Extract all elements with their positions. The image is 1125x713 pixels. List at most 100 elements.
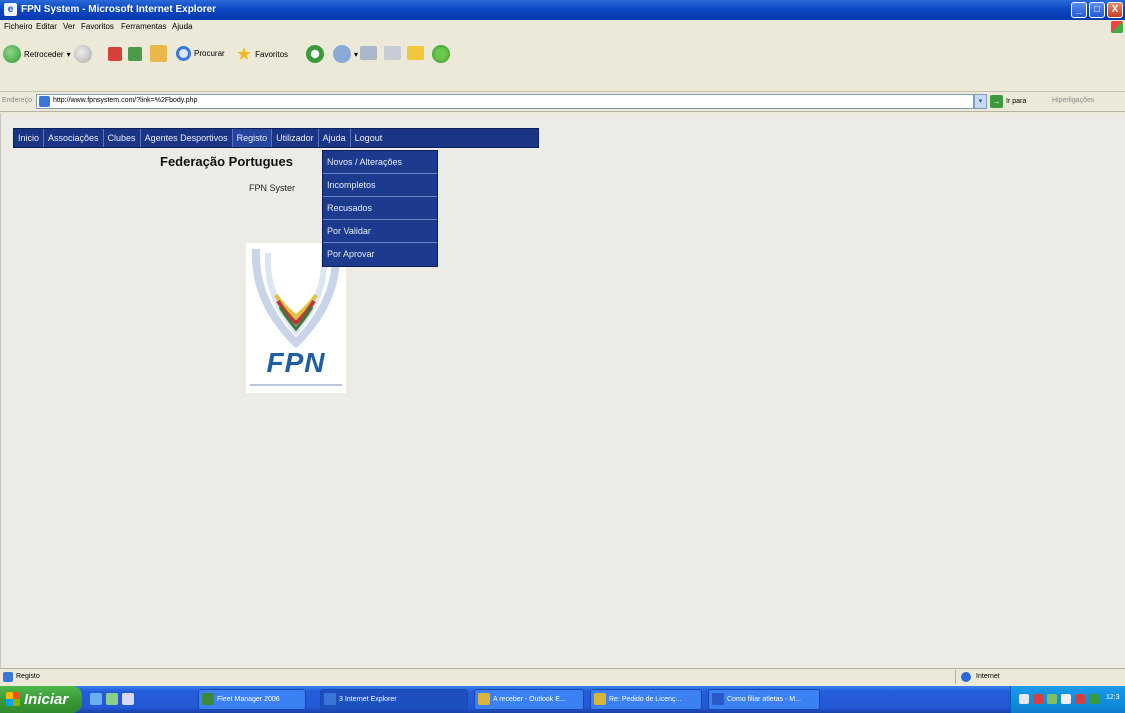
- menu-bar: Ficheiro Editar Ver Favoritos Ferramenta…: [0, 20, 1125, 34]
- mail-message-icon: [594, 693, 606, 705]
- messenger-button[interactable]: [432, 45, 450, 63]
- nav-inicio[interactable]: Inicio: [14, 129, 45, 147]
- tray-app-icon[interactable]: [1047, 694, 1057, 704]
- minimize-button[interactable]: _: [1071, 2, 1087, 18]
- windows-taskbar: Iniciar Fleet Manager 2006 3 Internet Ex…: [0, 686, 1125, 713]
- forward-button[interactable]: [74, 45, 92, 63]
- logo-tagline-line: [250, 384, 342, 386]
- address-bar: Endereço http://www.fpnsystem.com/?link=…: [0, 92, 1125, 112]
- dropdown-item-novos-alteracoes[interactable]: Novos / Alterações: [323, 151, 437, 174]
- go-button[interactable]: → Ir para: [990, 95, 1026, 108]
- tray-security-icon[interactable]: [1033, 694, 1043, 704]
- start-label: Iniciar: [24, 691, 69, 708]
- menu-ficheiro[interactable]: Ficheiro: [4, 22, 32, 31]
- home-icon: [150, 45, 167, 62]
- window-titlebar[interactable]: e FPN System - Microsoft Internet Explor…: [0, 0, 1125, 20]
- history-button[interactable]: [306, 45, 324, 63]
- address-label: Endereço: [2, 97, 32, 104]
- favorites-label: Favoritos: [255, 49, 289, 59]
- tray-status-icon[interactable]: [1089, 694, 1099, 704]
- menu-ver[interactable]: Ver: [63, 22, 75, 31]
- edit-button[interactable]: [384, 46, 401, 60]
- stop-icon: [108, 47, 122, 61]
- page-content: Inicio Associações Clubes Agentes Despor…: [0, 113, 1125, 668]
- word-document-icon: [712, 693, 724, 705]
- internet-explorer-task-icon: [324, 693, 336, 705]
- nav-clubes[interactable]: Clubes: [104, 129, 141, 147]
- mail-button[interactable]: ▾: [333, 45, 358, 63]
- back-arrow-icon: [3, 45, 21, 63]
- taskbar-button-fleet-manager[interactable]: Fleet Manager 2006: [198, 689, 306, 710]
- quicklaunch-ie-icon[interactable]: [90, 693, 102, 705]
- dropdown-item-incompletos[interactable]: Incompletos: [323, 174, 437, 197]
- quicklaunch-mail-icon[interactable]: [122, 693, 134, 705]
- status-text: Registo: [16, 673, 40, 680]
- outlook-icon: [478, 693, 490, 705]
- taskbar-button-pedido-licenca[interactable]: Re: Pedido de Licenç...: [590, 689, 702, 710]
- dropdown-item-por-aprovar[interactable]: Por Aprovar: [323, 243, 437, 266]
- back-button[interactable]: Retroceder ▾: [3, 45, 71, 63]
- mail-dropdown-icon: ▾: [354, 49, 359, 59]
- refresh-button[interactable]: [128, 47, 142, 61]
- favorites-button[interactable]: ★ Favoritos: [236, 45, 288, 63]
- quicklaunch-desktop-icon[interactable]: [106, 693, 118, 705]
- page-heading: Federação Portugues: [160, 154, 293, 169]
- search-button[interactable]: Procurar: [176, 46, 225, 61]
- nav-registo[interactable]: Registo: [232, 129, 273, 147]
- folder-icon: [407, 46, 424, 60]
- nav-agentes-desportivos[interactable]: Agentes Desportivos: [141, 129, 233, 147]
- stop-button[interactable]: [108, 47, 122, 61]
- taskbar-clock[interactable]: 12:3: [1106, 694, 1120, 701]
- home-button[interactable]: [150, 45, 167, 62]
- page-icon: [39, 96, 50, 107]
- address-input[interactable]: http://www.fpnsystem.com/?link=%2Fbody.p…: [36, 94, 974, 109]
- menu-ajuda[interactable]: Ajuda: [172, 22, 192, 31]
- menu-favoritos[interactable]: Favoritos: [81, 22, 114, 31]
- print-button[interactable]: [360, 46, 377, 60]
- start-button[interactable]: Iniciar: [0, 686, 82, 713]
- windows-flag-icon: [6, 692, 20, 706]
- fpn-logo-text: FPN: [266, 347, 326, 378]
- registo-dropdown-menu: Novos / Alterações Incompletos Recusados…: [322, 150, 438, 267]
- maximize-button[interactable]: □: [1089, 2, 1105, 18]
- back-dropdown-icon: ▾: [66, 49, 71, 59]
- task-label: Re: Pedido de Licenç...: [609, 696, 682, 703]
- system-tray: 12:3: [1010, 686, 1125, 713]
- status-bar: Registo Internet: [0, 668, 1125, 685]
- fleet-manager-icon: [202, 693, 214, 705]
- forward-arrow-icon: [74, 45, 92, 63]
- tray-volume-icon[interactable]: [1061, 694, 1071, 704]
- tray-network-icon[interactable]: [1019, 694, 1029, 704]
- print-icon: [360, 46, 377, 60]
- nav-logout[interactable]: Logout: [351, 129, 387, 147]
- globe-icon: [961, 672, 971, 682]
- security-zone: Internet: [955, 670, 1121, 684]
- edit-icon: [384, 46, 401, 60]
- task-label: A receber - Outlook E...: [493, 696, 566, 703]
- menu-editar[interactable]: Editar: [36, 22, 57, 31]
- taskbar-button-filiar-atletas[interactable]: Como filiar atletas - M...: [708, 689, 820, 710]
- site-nav-bar: Inicio Associações Clubes Agentes Despor…: [13, 128, 539, 148]
- address-dropdown-button[interactable]: ▾: [974, 94, 987, 109]
- close-button[interactable]: X: [1107, 2, 1123, 18]
- tray-antivirus-icon[interactable]: [1075, 694, 1085, 704]
- dropdown-item-recusados[interactable]: Recusados: [323, 197, 437, 220]
- task-label: Como filiar atletas - M...: [727, 696, 801, 703]
- page-subtitle: FPN Syster: [249, 183, 296, 193]
- nav-associacoes[interactable]: Associações: [44, 129, 104, 147]
- address-url: http://www.fpnsystem.com/?link=%2Fbody.p…: [53, 97, 198, 104]
- history-icon: [306, 45, 324, 63]
- folder-button[interactable]: [407, 46, 424, 60]
- mail-icon: [333, 45, 351, 63]
- messenger-icon: [432, 45, 450, 63]
- nav-ajuda[interactable]: Ajuda: [319, 129, 351, 147]
- nav-utilizador[interactable]: Utilizador: [272, 129, 319, 147]
- search-icon: [176, 46, 191, 61]
- task-label: Fleet Manager 2006: [217, 696, 280, 703]
- taskbar-button-outlook[interactable]: A receber - Outlook E...: [474, 689, 584, 710]
- menu-ferramentas[interactable]: Ferramentas: [121, 22, 166, 31]
- links-button[interactable]: Hiperligações: [1052, 97, 1094, 104]
- dropdown-item-por-validar[interactable]: Por Validar: [323, 220, 437, 243]
- taskbar-button-internet-explorer[interactable]: 3 Internet Explorer: [320, 689, 468, 710]
- windows-logo-icon: [1111, 21, 1123, 33]
